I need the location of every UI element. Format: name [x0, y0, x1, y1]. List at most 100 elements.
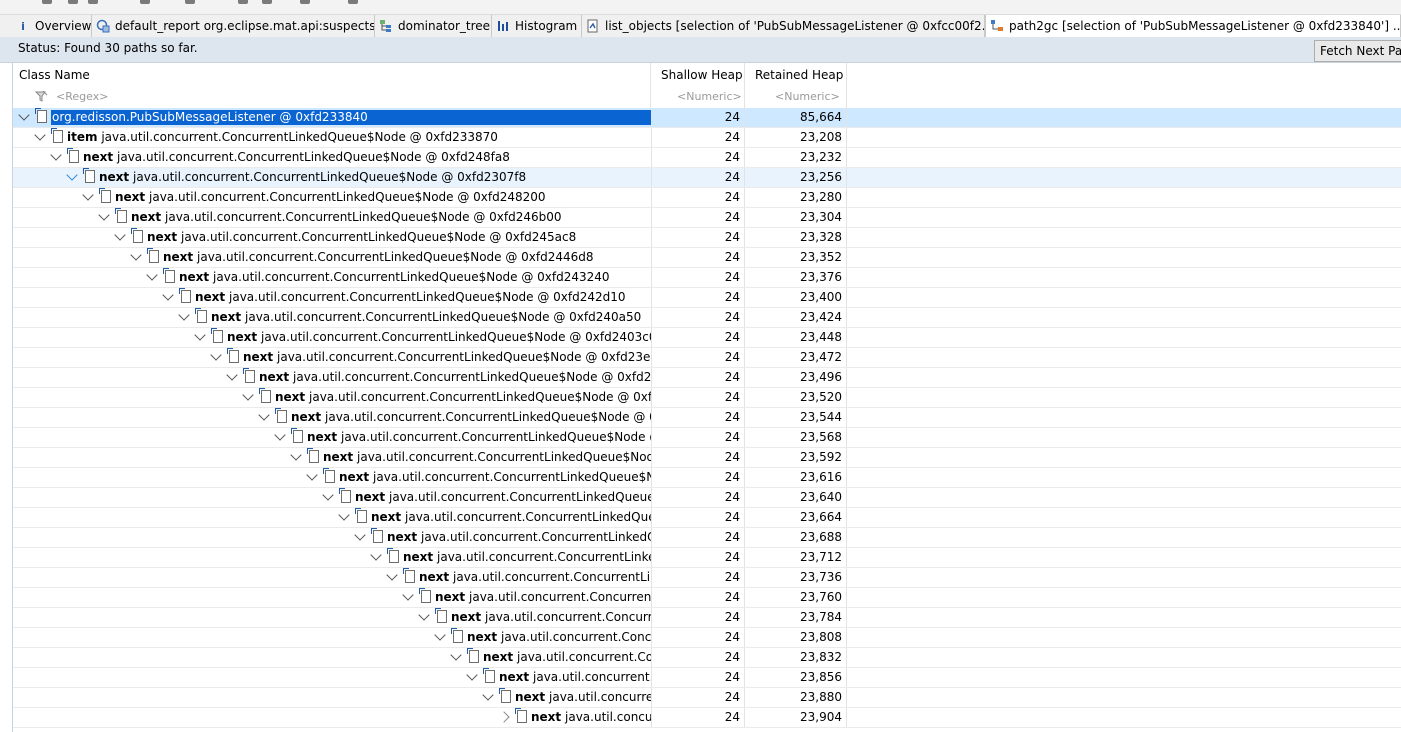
tab-list-objects[interactable]: list_objects [selection of 'PubSubMessag…	[582, 15, 985, 37]
toolbar-button[interactable]	[42, 0, 52, 4]
tab-default-report[interactable]: default_report org.eclipse.mat.api:suspe…	[92, 15, 375, 37]
chevron-down-icon[interactable]	[338, 509, 350, 521]
tab-histogram[interactable]: Histogram	[492, 15, 582, 37]
retained-heap-cell: 23,784	[745, 608, 847, 627]
chevron-down-icon[interactable]	[386, 569, 398, 581]
chevron-down-icon[interactable]	[242, 389, 254, 401]
table-row[interactable]: next java.util.concurrent.ConcurrentLink…	[13, 448, 1401, 468]
toolbar-button[interactable]	[300, 0, 310, 4]
table-row[interactable]: next java.util.concurren 24 23,880	[13, 688, 1401, 708]
chevron-down-icon[interactable]	[322, 489, 334, 501]
table-row[interactable]: next java.util.concurrent.ConcurrentLink…	[13, 428, 1401, 448]
tab-overview[interactable]: i Overview	[12, 15, 92, 37]
table-row[interactable]: next java.util.concurrent.ConcurrentLink…	[13, 208, 1401, 228]
class-name-cell: next java.util.concurrent.ConcurrentLink…	[13, 248, 652, 267]
table-row[interactable]: next java.util.concurrent.C 24 23,856	[13, 668, 1401, 688]
object-name: java.util.concurrent.ConcurrentLinkedQue…	[101, 130, 498, 144]
toolbar-button[interactable]	[348, 0, 358, 4]
table-row[interactable]: next java.util.concurrent.ConcurrentLink…	[13, 328, 1401, 348]
table-row[interactable]: org.redisson.PubSubMessageListener @ 0xf…	[13, 108, 1401, 128]
table-row[interactable]: next java.util.concurrent.ConcurrentLink…	[13, 528, 1401, 548]
toolbar-button[interactable]	[140, 0, 150, 4]
chevron-down-icon[interactable]	[146, 269, 158, 281]
table-row[interactable]: next java.util.concurrent.ConcurrentLink…	[13, 228, 1401, 248]
column-class-name[interactable]: Class Name <Regex>	[13, 63, 651, 108]
table-row[interactable]: next java.util.concurrent.ConcurrentLink…	[13, 168, 1401, 188]
table-row[interactable]: next java.util.concurrent.ConcurrentLink…	[13, 248, 1401, 268]
table-row[interactable]: next java.util.concurrent.ConcurrentLink…	[13, 408, 1401, 428]
table-row[interactable]: next java.util.concurrent.ConcurrentLink…	[13, 348, 1401, 368]
toolbar-button[interactable]	[88, 0, 98, 4]
class-name-filter-input[interactable]: <Regex>	[56, 90, 108, 103]
table-row[interactable]: next java.util.concurrent.ConcurrentLink…	[13, 568, 1401, 588]
toolbar-button[interactable]	[238, 0, 248, 4]
chevron-down-icon[interactable]	[178, 309, 190, 321]
table-row[interactable]: next java.util.concurrent.ConcurrentLink…	[13, 368, 1401, 388]
toolbar-button[interactable]	[68, 0, 78, 4]
chevron-down-icon[interactable]	[82, 189, 94, 201]
table-row[interactable]: next java.util.concurrent.ConcurrentLink…	[13, 188, 1401, 208]
table-row[interactable]: next java.util.concurrent.ConcurrentLi 24…	[13, 588, 1401, 608]
table-row[interactable]: next java.util.concurrent.Con 24 23,832	[13, 648, 1401, 668]
retained-heap-cell: 23,712	[745, 548, 847, 567]
chevron-down-icon[interactable]	[402, 589, 414, 601]
table-row[interactable]: next java.util.concurrent.ConcurrentLink…	[13, 288, 1401, 308]
chevron-down-icon[interactable]	[482, 689, 494, 701]
chevron-down-icon[interactable]	[34, 129, 46, 141]
chevron-down-icon[interactable]	[354, 529, 366, 541]
column-shallow-heap[interactable]: Shallow Heap <Numeric>	[651, 63, 745, 108]
table-row[interactable]: next java.util.concurrent.ConcurrentLink…	[13, 508, 1401, 528]
column-retained-heap[interactable]: Retained Heap <Numeric>	[745, 63, 847, 108]
chevron-down-icon[interactable]	[450, 649, 462, 661]
class-name-cell: next java.util.concurrent.ConcurrentLink…	[13, 428, 652, 447]
tab-path2gc[interactable]: path2gc [selection of 'PubSubMessageList…	[985, 15, 1401, 37]
path-tree[interactable]: org.redisson.PubSubMessageListener @ 0xf…	[13, 108, 1401, 732]
chevron-down-icon[interactable]	[418, 609, 430, 621]
shallow-heap-cell: 24	[651, 468, 745, 487]
chevron-down-icon[interactable]	[130, 249, 142, 261]
chevron-down-icon[interactable]	[50, 149, 62, 161]
chevron-down-icon[interactable]	[258, 409, 270, 421]
table-row[interactable]: next java.util.concurrent.ConcurrentLink…	[13, 488, 1401, 508]
toolbar-button[interactable]	[185, 0, 195, 4]
table-row[interactable]: next java.util.concur 24 23,904	[13, 708, 1401, 728]
shallow-heap-filter-input[interactable]: <Numeric>	[677, 90, 742, 103]
chevron-down-icon[interactable]	[18, 109, 30, 121]
table-row[interactable]: next java.util.concurrent.ConcurrentLink…	[13, 548, 1401, 568]
retained-heap-filter-input[interactable]: <Numeric>	[775, 90, 840, 103]
chevron-down-icon[interactable]	[290, 449, 302, 461]
chevron-down-icon[interactable]	[306, 469, 318, 481]
retained-heap-cell: 23,208	[745, 128, 847, 147]
chevron-down-icon[interactable]	[274, 429, 286, 441]
chevron-down-icon[interactable]	[226, 369, 238, 381]
chevron-down-icon[interactable]	[210, 349, 222, 361]
class-name-cell: next java.util.concurrent.C	[13, 668, 652, 687]
table-row[interactable]: next java.util.concurrent.ConcurrentLink…	[13, 268, 1401, 288]
table-row[interactable]: next java.util.concurrent.ConcurrentLink…	[13, 388, 1401, 408]
object-label: next java.util.concurrent.ConcurrentLink…	[163, 250, 594, 265]
chevron-down-icon[interactable]	[98, 209, 110, 221]
table-row[interactable]: next java.util.concurrent.Concurrer 24 23,…	[13, 608, 1401, 628]
chevron-down-icon[interactable]	[66, 169, 78, 181]
chevron-right-icon[interactable]	[498, 711, 510, 723]
object-label: org.redisson.PubSubMessageListener @ 0xf…	[51, 110, 651, 125]
retained-heap-cell: 23,232	[745, 148, 847, 167]
tab-dominator-tree[interactable]: dominator_tree	[375, 15, 492, 37]
chevron-down-icon[interactable]	[434, 629, 446, 641]
table-row[interactable]: item java.util.concurrent.ConcurrentLink…	[13, 128, 1401, 148]
toolbar-button[interactable]	[262, 0, 272, 4]
shallow-heap-cell: 24	[651, 588, 745, 607]
table-row[interactable]: next java.util.concurrent.ConcurrentLink…	[13, 148, 1401, 168]
chevron-down-icon[interactable]	[194, 329, 206, 341]
fetch-next-paths-button[interactable]: Fetch Next Paths	[1314, 40, 1401, 62]
table-row[interactable]: next java.util.concurrent.ConcurrentLink…	[13, 468, 1401, 488]
table-row[interactable]: next java.util.concurrent.ConcurrentLink…	[13, 308, 1401, 328]
chevron-down-icon[interactable]	[162, 289, 174, 301]
object-icon	[227, 348, 239, 363]
chevron-down-icon[interactable]	[466, 669, 478, 681]
chevron-down-icon[interactable]	[114, 229, 126, 241]
class-name-cell: next java.util.concurrent.ConcurrentLink…	[13, 408, 652, 427]
object-icon	[291, 428, 303, 443]
table-row[interactable]: next java.util.concurrent.Concur 24 23,808	[13, 628, 1401, 648]
chevron-down-icon[interactable]	[370, 549, 382, 561]
